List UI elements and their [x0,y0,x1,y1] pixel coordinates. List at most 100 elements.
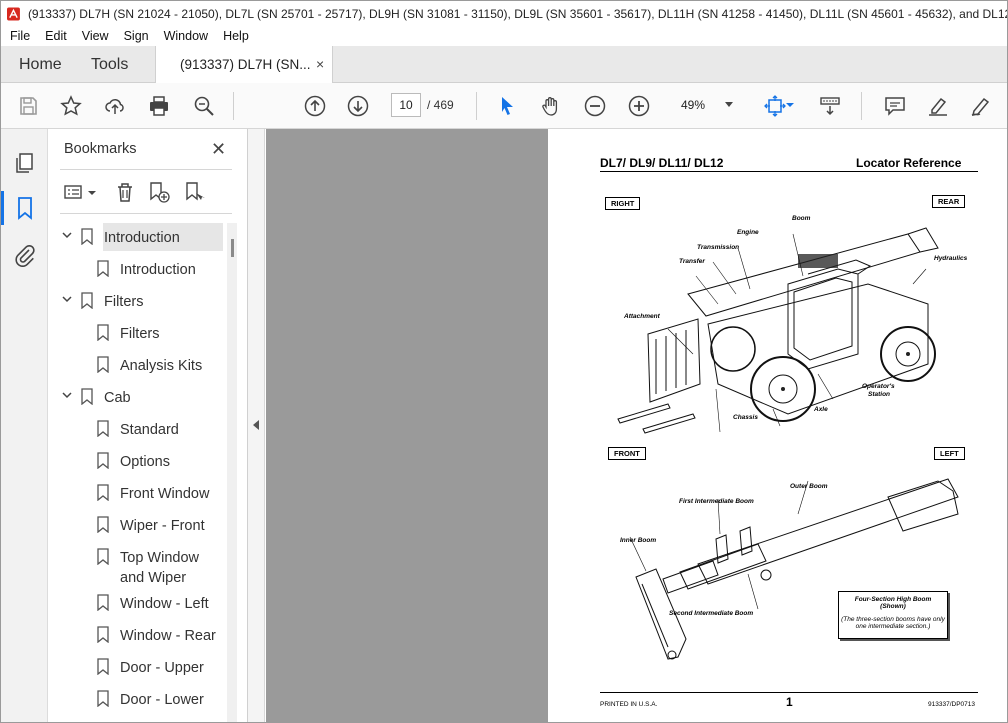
header-rule [600,171,978,172]
page-header-models: DL7/ DL9/ DL11/ DL12 [600,156,724,170]
callout-second-intermediate-boom: Second Intermediate Boom [669,610,754,617]
active-indicator [1,191,4,225]
toolbar-separator [861,92,862,120]
callout-outer-boom: Outer Boom [790,483,828,490]
menu-view[interactable]: View [76,29,115,43]
close-icon[interactable]: ✕ [211,139,226,160]
bookmark-icon [97,548,109,565]
bookmark-icon[interactable] [13,196,37,220]
callout-transfer: Transfer [679,258,705,265]
bookmark-label: Filters [120,326,160,342]
find-bookmark-icon[interactable] [184,181,206,203]
bookmark-icon [81,388,93,405]
bookmark-icon [97,356,109,373]
delete-trash-icon[interactable] [114,181,136,203]
callout-chassis: Chassis [733,414,758,421]
note-body-line2: one intermediate section.) [855,623,931,630]
toolbar-separator [476,92,477,120]
save-icon[interactable] [16,94,40,118]
view-label-left: LEFT [934,447,965,460]
boom-sections-illustration [629,478,959,660]
collapse-arrow-icon[interactable] [253,420,259,430]
callout-inner-boom: Inner Boom [620,537,657,544]
bookmarks-panel: Bookmarks ✕ Introduction Introduction Fi… [48,129,248,722]
attachment-paperclip-icon[interactable] [13,243,37,267]
note-body-line1: (The three-section booms have only [841,616,945,623]
tab-tools[interactable]: Tools [91,56,128,74]
divider [60,169,232,170]
pdf-page: DL7/ DL9/ DL11/ DL12 Locator Reference R… [548,129,1007,722]
document-viewport[interactable]: DL7/ DL9/ DL11/ DL12 Locator Reference R… [266,129,1007,722]
bookmark-label: Standard [120,422,179,438]
bookmark-label: Front Window [120,486,210,502]
menu-window[interactable]: Window [158,29,214,43]
select-cursor-icon[interactable] [495,94,519,118]
panel-collapse-strip[interactable] [248,129,265,722]
note-title: Four-Section High Boom [854,596,932,603]
upload-cloud-icon[interactable] [103,94,127,118]
bookmark-options-icon[interactable] [64,181,86,203]
bookmarks-scrollbar[interactable] [227,223,237,722]
chevron-down-icon[interactable] [61,229,73,241]
menu-edit[interactable]: Edit [39,29,73,43]
bookmarks-panel-title: Bookmarks [64,141,137,157]
page-thumbnails-icon[interactable] [13,151,37,175]
bookmark-label: Window - Left [120,596,209,612]
bookmark-icon [97,516,109,533]
sign-pen-icon[interactable] [969,94,993,118]
bookmark-tree: Introduction Introduction Filters Filter… [48,223,234,722]
bookmark-label: Door - Lower [120,692,204,708]
next-page-icon[interactable] [346,94,370,118]
bookmarks-scrollbar-thumb[interactable] [231,239,234,257]
bookmark-icon [81,292,93,309]
telehandler-illustration [617,227,939,434]
bookmark-icon [97,484,109,501]
bookmark-label: Door - Upper [120,660,204,676]
menu-help[interactable]: Help [217,29,255,43]
bookmark-label: Top Window [120,550,199,566]
highlight-pen-icon[interactable] [926,94,950,118]
menu-file[interactable]: File [4,29,36,43]
footer-page-number: 1 [786,695,793,709]
bookmark-icon [97,452,109,469]
page-number-input[interactable]: 10 [391,93,421,117]
chevron-down-icon[interactable] [61,293,73,305]
chevron-down-icon[interactable] [725,102,733,107]
main-toolbar: 10 / 469 49% [1,83,1007,129]
tab-home[interactable]: Home [19,56,62,74]
bookmark-icon [97,324,109,341]
scroll-mode-icon[interactable] [818,94,842,118]
star-icon[interactable] [59,94,83,118]
bookmark-label-line2: and Wiper [120,570,187,586]
callout-hydraulics: Hydraulics [934,255,968,262]
callout-boom: Boom [792,215,811,222]
hand-tool-icon[interactable] [539,94,563,118]
bookmark-label: Introduction [104,230,180,246]
tab-close-icon[interactable]: × [316,56,324,72]
note-subtitle: (Shown) [880,603,906,610]
title-bar: (913337) DL7H (SN 21024 - 21050), DL7L (… [1,1,1007,27]
bookmark-icon [97,658,109,675]
previous-page-icon[interactable] [303,94,327,118]
page-total: / 469 [427,98,454,112]
zoom-out-icon[interactable] [583,94,607,118]
chevron-down-icon[interactable] [785,100,795,110]
fit-page-icon[interactable] [763,94,787,118]
tab-bar: Home Tools (913337) DL7H (SN... × [1,46,1007,83]
bookmark-label: Filters [104,294,144,310]
new-bookmark-icon[interactable] [148,181,170,203]
callout-operators-station: Operator's [862,383,895,390]
callout-transmission: Transmission [697,244,740,251]
comment-icon[interactable] [883,94,907,118]
zoom-in-icon[interactable] [627,94,651,118]
chevron-down-icon[interactable] [86,181,98,203]
menu-sign[interactable]: Sign [118,29,155,43]
zoom-search-icon[interactable] [192,94,216,118]
tab-document[interactable]: (913337) DL7H (SN... × [155,46,333,83]
footer-doc-code: 913337/DP0713 [928,701,975,708]
footer-rule [600,692,978,693]
print-icon[interactable] [147,94,171,118]
acrobat-app-icon [7,7,20,21]
bookmark-icon [81,228,93,245]
chevron-down-icon[interactable] [61,389,73,401]
